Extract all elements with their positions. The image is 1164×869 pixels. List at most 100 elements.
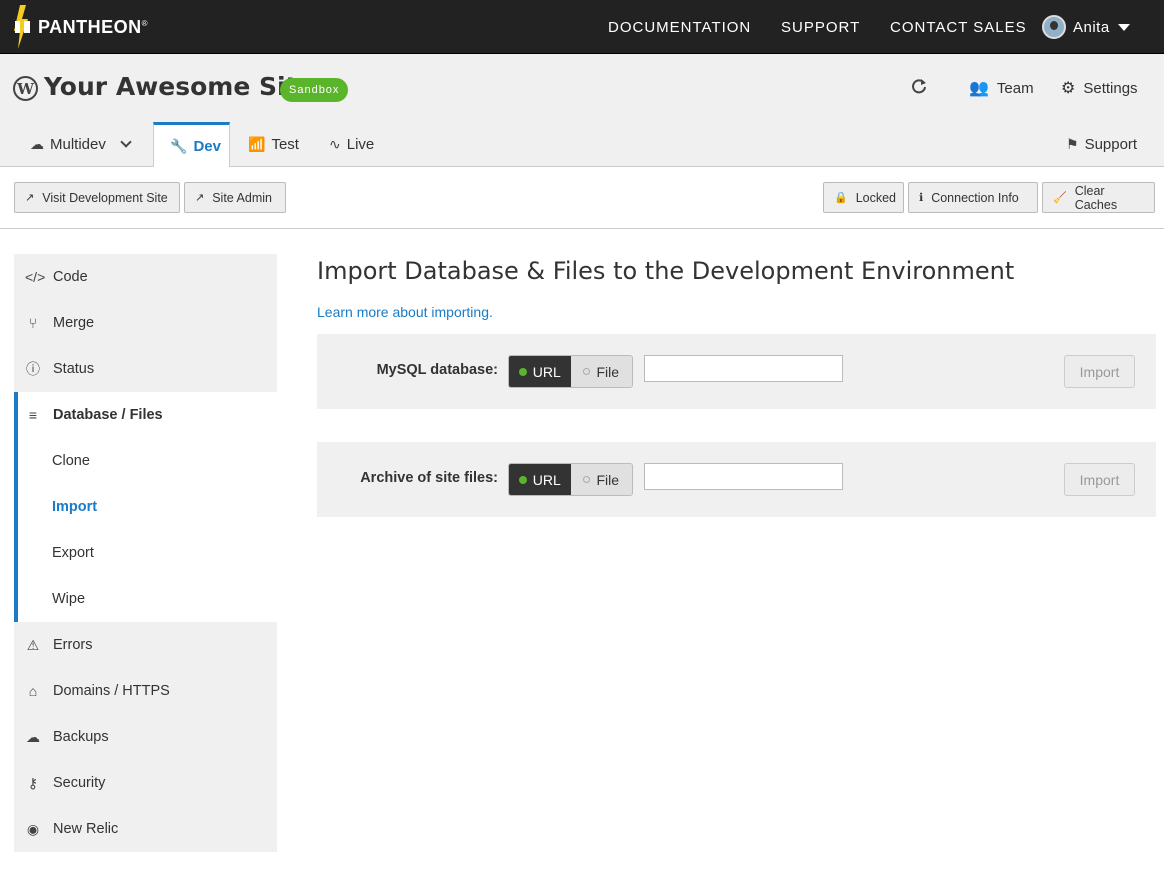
- info-icon: ⓘ: [26, 361, 40, 377]
- file-label: File: [596, 363, 620, 380]
- sidebar-item-merge[interactable]: ⑂ Merge: [14, 300, 277, 346]
- sidebar-item-label: Clone: [52, 453, 90, 469]
- code-icon: </>: [25, 269, 46, 285]
- radio-on-icon: [518, 367, 527, 376]
- sidebar-item-export[interactable]: Export: [18, 530, 277, 576]
- url-label: URL: [532, 471, 561, 488]
- radio-off-icon: [583, 476, 591, 483]
- site-admin-label: Site Admin: [212, 190, 272, 205]
- mysql-url-input[interactable]: [644, 355, 843, 382]
- home-icon: ⌂: [28, 683, 38, 699]
- clear-caches-label: Clear Caches: [1074, 183, 1118, 212]
- refresh-icon: [912, 79, 926, 94]
- lightning-bolt-icon: [14, 5, 30, 49]
- cloud-upload-icon: ☁: [26, 728, 40, 745]
- support-link[interactable]: ⚑ Support: [1066, 122, 1137, 167]
- nav-support[interactable]: SUPPORT: [781, 0, 860, 54]
- sidebar-item-label: Backups: [53, 729, 109, 745]
- clear-caches-button[interactable]: 🧹 Clear Caches: [1042, 182, 1155, 213]
- pantheon-logo[interactable]: PANTHEON®: [12, 4, 148, 50]
- tab-live[interactable]: ∿ Live: [329, 122, 374, 167]
- sidebar-item-label: Security: [53, 775, 106, 791]
- visit-site-button[interactable]: ↗ Visit Development Site: [14, 182, 180, 213]
- info-icon: ℹ: [919, 192, 924, 204]
- site-header: W Your Awesome Site Sandbox 👥 Team ⚙ Set…: [0, 54, 1164, 168]
- tab-multidev[interactable]: ☁ Multidev: [30, 122, 132, 167]
- settings-button[interactable]: ⚙ Settings: [1061, 78, 1138, 98]
- sidebar-item-label: Code: [53, 269, 88, 285]
- refresh-button[interactable]: [911, 78, 927, 94]
- mysql-import-panel: MySQL database: URL File Import: [317, 334, 1156, 409]
- sidebar-item-label: Database / Files: [53, 407, 163, 423]
- sidebar-item-label: Import: [52, 499, 98, 515]
- flag-icon: ⚑: [1066, 136, 1079, 152]
- visit-site-label: Visit Development Site: [42, 190, 168, 205]
- url-label: URL: [532, 363, 561, 380]
- wordpress-icon: W: [13, 76, 38, 101]
- sidebar: </> Code ⑂ Merge ⓘ Status ≡ Database / F…: [14, 254, 277, 852]
- sidebar-item-label: Export: [52, 545, 94, 561]
- sidebar-item-import[interactable]: Import: [18, 484, 277, 530]
- sidebar-item-status[interactable]: ⓘ Status: [14, 346, 277, 392]
- nav-contact-sales[interactable]: CONTACT SALES: [890, 0, 1027, 54]
- broom-icon: 🧹: [1053, 192, 1067, 204]
- bar-chart-icon: 📶: [248, 136, 266, 152]
- archive-file-option[interactable]: File: [570, 464, 632, 495]
- archive-source-toggle: URL File: [508, 463, 633, 496]
- team-label: Team: [996, 79, 1034, 97]
- tab-live-label: Live: [346, 136, 375, 153]
- cloud-icon: ☁: [30, 136, 44, 152]
- page-title: Import Database & Files to the Developme…: [317, 257, 1015, 285]
- settings-label: Settings: [1083, 79, 1138, 97]
- site-admin-button[interactable]: ↗ Site Admin: [184, 182, 286, 213]
- radio-on-icon: [518, 475, 527, 484]
- locked-button[interactable]: 🔒 Locked: [823, 182, 904, 213]
- sidebar-item-label: Merge: [53, 315, 95, 331]
- archive-label: Archive of site files:: [360, 470, 498, 486]
- sidebar-item-label: Errors: [53, 637, 93, 653]
- mysql-url-option[interactable]: URL: [509, 356, 571, 387]
- caret-down-icon: [1117, 23, 1130, 31]
- tab-dev-label: Dev: [193, 138, 221, 155]
- tab-test-label: Test: [271, 136, 299, 153]
- top-navbar: PANTHEON® DOCUMENTATION SUPPORT CONTACT …: [0, 0, 1164, 54]
- radio-off-icon: [583, 368, 591, 375]
- sidebar-item-label: Wipe: [52, 591, 86, 607]
- sidebar-item-database-files[interactable]: ≡ Database / Files: [18, 392, 277, 438]
- mysql-import-button[interactable]: Import: [1064, 355, 1135, 388]
- archive-url-option[interactable]: URL: [509, 464, 571, 495]
- sidebar-item-label: Domains / HTTPS: [53, 683, 170, 699]
- mysql-file-option[interactable]: File: [570, 356, 632, 387]
- connection-info-button[interactable]: ℹ Connection Info: [908, 182, 1038, 213]
- environment-toolbar: ↗ Visit Development Site ↗ Site Admin 🔒 …: [0, 167, 1164, 229]
- pulse-icon: ∿: [329, 136, 341, 152]
- avatar: [1042, 15, 1066, 39]
- user-menu[interactable]: Anita: [1042, 15, 1130, 39]
- learn-more-link[interactable]: Learn more about importing.: [317, 304, 493, 320]
- eye-icon: ◉: [26, 820, 40, 837]
- sidebar-item-label: New Relic: [53, 821, 119, 837]
- lock-icon: 🔒: [834, 192, 848, 204]
- locked-label: Locked: [855, 190, 897, 205]
- archive-url-input[interactable]: [644, 463, 843, 490]
- support-label: Support: [1084, 136, 1138, 153]
- team-button[interactable]: 👥 Team: [969, 78, 1034, 98]
- sidebar-item-new-relic[interactable]: ◉ New Relic: [14, 806, 277, 852]
- sidebar-item-wipe[interactable]: Wipe: [18, 576, 277, 622]
- gear-icon: ⚙: [1061, 80, 1076, 97]
- plan-badge: Sandbox: [280, 78, 349, 102]
- tab-test[interactable]: 📶 Test: [248, 122, 299, 167]
- tab-multidev-label: Multidev: [50, 136, 106, 153]
- archive-import-button[interactable]: Import: [1064, 463, 1135, 496]
- tab-dev[interactable]: 🔧 Dev: [153, 122, 230, 168]
- nav-documentation[interactable]: DOCUMENTATION: [608, 0, 751, 54]
- sidebar-item-code[interactable]: </> Code: [14, 254, 277, 300]
- sidebar-item-security[interactable]: ⚷ Security: [14, 760, 277, 806]
- sidebar-item-clone[interactable]: Clone: [18, 438, 277, 484]
- sidebar-item-errors[interactable]: ⚠ Errors: [14, 622, 277, 668]
- chevron-down-icon: [120, 136, 132, 148]
- external-link-icon: ↗: [25, 192, 35, 204]
- sidebar-item-domains[interactable]: ⌂ Domains / HTTPS: [14, 668, 277, 714]
- branch-icon: ⑂: [28, 315, 38, 331]
- sidebar-item-backups[interactable]: ☁ Backups: [14, 714, 277, 760]
